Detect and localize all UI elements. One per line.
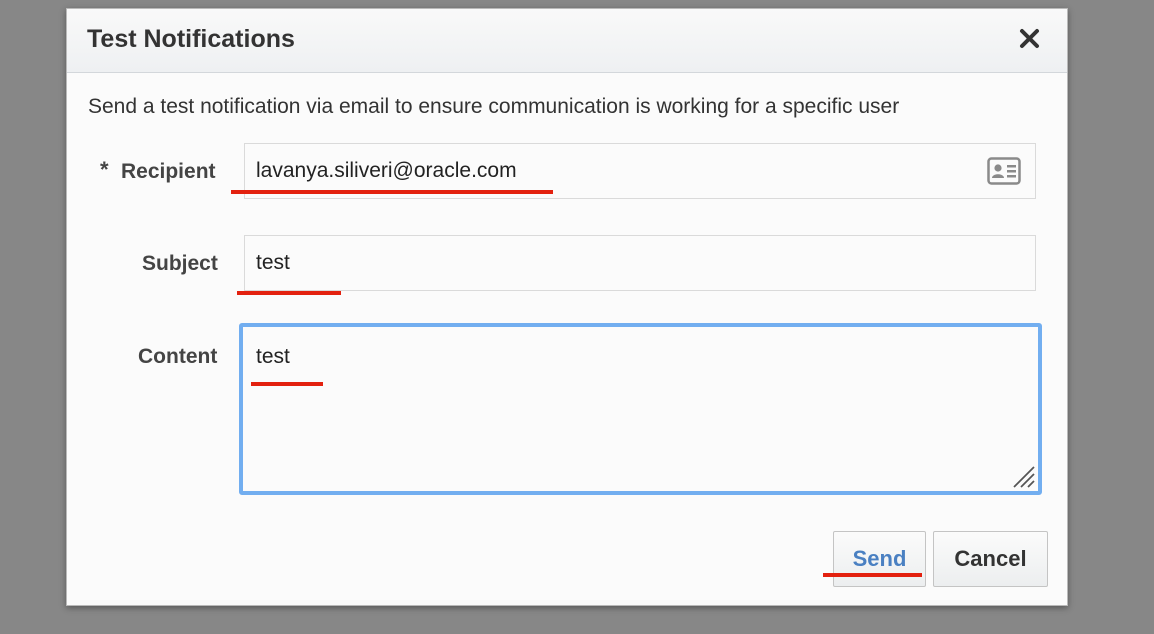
- resize-grip-icon[interactable]: [1010, 463, 1036, 489]
- contact-card-icon: [987, 157, 1021, 185]
- recipient-label: Recipient: [121, 160, 216, 183]
- cancel-button[interactable]: Cancel: [933, 531, 1048, 587]
- subject-value: test: [256, 251, 290, 274]
- test-notifications-dialog: Test Notifications Send a test notificat…: [66, 8, 1068, 606]
- subject-underline-annotation: [237, 291, 341, 295]
- close-button[interactable]: [1015, 24, 1045, 54]
- content-underline-annotation: [251, 382, 323, 386]
- subject-field[interactable]: test: [244, 235, 1036, 291]
- dialog-header: Test Notifications: [67, 9, 1067, 73]
- content-value: test: [256, 345, 290, 368]
- send-underline-annotation: [823, 573, 922, 577]
- send-button[interactable]: Send: [833, 531, 926, 587]
- content-label: Content: [138, 345, 218, 368]
- subject-label: Subject: [142, 252, 218, 275]
- dialog-description: Send a test notification via email to en…: [88, 95, 900, 118]
- close-icon: [1020, 29, 1039, 48]
- dialog-title: Test Notifications: [87, 25, 295, 53]
- content-textarea[interactable]: test: [239, 323, 1042, 495]
- recipient-underline-annotation: [231, 190, 553, 194]
- recipient-value: lavanya.siliveri@oracle.com: [256, 159, 517, 182]
- contact-picker-button[interactable]: [987, 157, 1021, 185]
- required-indicator: *: [100, 157, 109, 182]
